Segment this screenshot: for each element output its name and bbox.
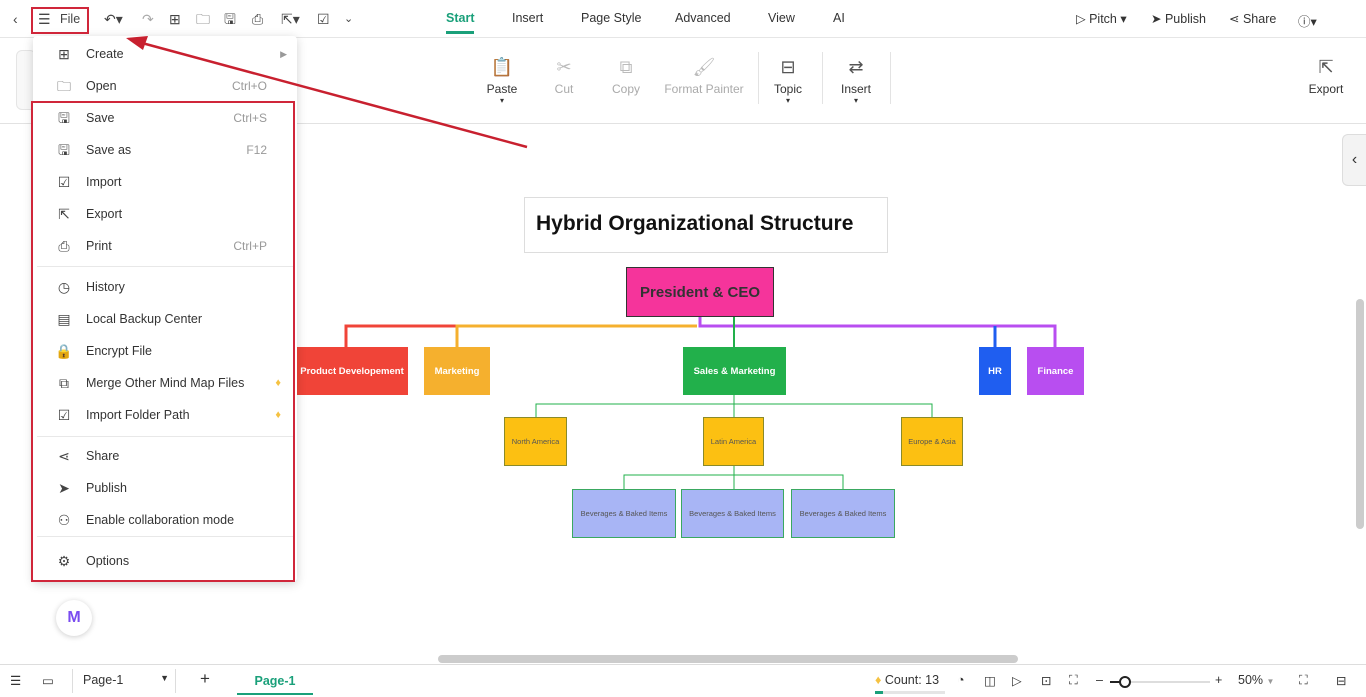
play-icon[interactable]: ▷ (1012, 673, 1022, 688)
zoom-in-icon[interactable]: + (1215, 673, 1222, 687)
item-node[interactable]: Beverages & Baked Items (681, 489, 784, 538)
add-page-icon[interactable]: + (200, 669, 210, 689)
department-node[interactable]: Finance (1027, 347, 1084, 395)
fullscreen-icon[interactable]: ⛶ (1299, 673, 1308, 688)
page-select[interactable]: Page-1 ▼ (72, 669, 176, 693)
zoom-level[interactable]: 50% ▼ (1238, 673, 1274, 687)
root-node[interactable]: President & CEO (626, 267, 774, 317)
book-view-icon[interactable]: ◫ (984, 673, 996, 688)
count-label: ♦ Count: 13 (875, 673, 940, 687)
annotation-arrow (126, 36, 528, 149)
zoom-slider[interactable] (1110, 676, 1210, 688)
fit-width-icon[interactable]: ⊟ (1336, 673, 1346, 688)
fit-page-icon[interactable]: ⊡ (1041, 673, 1051, 688)
region-node[interactable]: North America (504, 417, 567, 466)
fit-screen-icon[interactable]: ⛶ (1069, 673, 1078, 688)
zoom-out-icon[interactable]: – (1096, 673, 1103, 687)
item-node[interactable]: Beverages & Baked Items (791, 489, 895, 538)
status-bar: ☰ ▭ Page-1 ▼ + Page-1 ♦ Count: 13 ◔ ◫ ▷ ⊡… (0, 664, 1366, 697)
gem-icon: ♦ (875, 673, 882, 687)
department-node[interactable]: Marketing (424, 347, 490, 395)
diagram-title[interactable]: Hybrid Organizational Structure (524, 197, 888, 253)
highlight-menu-items (31, 101, 295, 582)
sidebar-toggle-icon[interactable]: ☰ (10, 673, 21, 688)
region-node[interactable]: Europe & Asia (901, 417, 963, 466)
department-node[interactable]: HR (979, 347, 1011, 395)
item-node[interactable]: Beverages & Baked Items (572, 489, 676, 538)
page-view-icon[interactable]: ▭ (42, 673, 54, 688)
chevron-down-icon: ▼ (160, 673, 169, 683)
department-node[interactable]: Product Developement (296, 347, 408, 395)
department-node[interactable]: Sales & Marketing (683, 347, 786, 395)
count-progress (875, 691, 945, 694)
region-node[interactable]: Latin America (703, 417, 764, 466)
page-tab[interactable]: Page-1 (237, 667, 313, 695)
theme-icon[interactable]: ◔ (957, 673, 965, 687)
